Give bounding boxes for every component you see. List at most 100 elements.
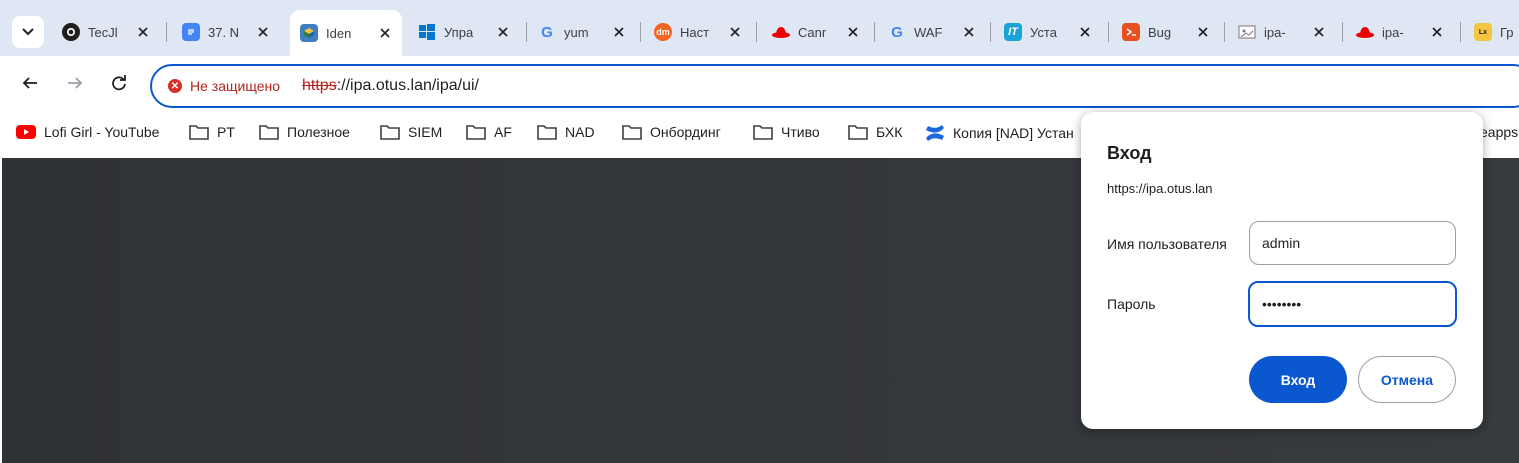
tab-divider bbox=[756, 22, 757, 42]
close-icon[interactable] bbox=[1192, 21, 1214, 43]
bookmark-label: Копия [NAD] Устан bbox=[953, 125, 1074, 141]
http-auth-dialog: Вход https://ipa.otus.lan Имя пользовате… bbox=[1081, 112, 1483, 429]
tab-title: TecJl bbox=[88, 24, 118, 40]
close-icon[interactable] bbox=[958, 21, 980, 43]
folder-icon bbox=[380, 124, 400, 140]
tab-10[interactable]: ipa- bbox=[1228, 14, 1336, 50]
warning-icon: ✕ bbox=[168, 79, 182, 93]
bookmark-item[interactable]: Lofi Girl - YouTube bbox=[16, 124, 159, 140]
linux-icon: Lx bbox=[1474, 23, 1492, 41]
close-icon[interactable] bbox=[608, 21, 630, 43]
folder-icon bbox=[259, 124, 279, 140]
tab-title: Canr bbox=[798, 24, 827, 40]
security-label: Не защищено bbox=[190, 78, 280, 94]
tab-divider bbox=[166, 22, 167, 42]
tab-title: WAF bbox=[914, 24, 943, 40]
close-icon[interactable] bbox=[374, 22, 396, 44]
tab-divider bbox=[1460, 22, 1461, 42]
freeipa-icon bbox=[300, 24, 318, 42]
confluence-icon bbox=[925, 124, 945, 142]
tab-divider bbox=[526, 22, 527, 42]
close-icon[interactable] bbox=[252, 21, 274, 43]
username-label: Имя пользователя bbox=[1107, 236, 1227, 252]
tab-5[interactable]: dm Наст bbox=[644, 14, 752, 50]
tab-1[interactable]: 37. N bbox=[172, 14, 280, 50]
tab-7[interactable]: G WAF bbox=[878, 14, 986, 50]
forward-button[interactable] bbox=[60, 70, 90, 100]
close-icon[interactable] bbox=[1426, 21, 1448, 43]
tab-divider bbox=[640, 22, 641, 42]
tab-title: ipa- bbox=[1264, 24, 1286, 40]
login-button[interactable]: Вход bbox=[1249, 356, 1347, 403]
bookmark-folder[interactable]: Чтиво bbox=[753, 124, 820, 140]
bookmark-folder[interactable]: NAD bbox=[537, 124, 595, 140]
tab-search-button[interactable] bbox=[12, 16, 44, 48]
close-icon[interactable] bbox=[132, 21, 154, 43]
reload-button[interactable] bbox=[104, 70, 134, 100]
tab-divider bbox=[990, 22, 991, 42]
tab-12[interactable]: Lx Гр bbox=[1464, 14, 1519, 50]
bookmark-label: SIEM bbox=[408, 124, 443, 140]
folder-icon bbox=[848, 124, 868, 140]
folder-icon bbox=[189, 124, 209, 140]
tab-9[interactable]: Bug bbox=[1112, 14, 1220, 50]
tab-11[interactable]: ipa- bbox=[1346, 14, 1454, 50]
bookmark-label: Онбординг bbox=[650, 124, 721, 140]
bookmark-label: PT bbox=[217, 124, 235, 140]
image-icon bbox=[1238, 23, 1256, 41]
bookmark-label: Чтиво bbox=[781, 124, 820, 140]
close-icon[interactable] bbox=[1074, 21, 1096, 43]
tab-divider bbox=[874, 22, 875, 42]
tab-3[interactable]: Упра bbox=[408, 14, 520, 50]
tab-title: Iden bbox=[326, 25, 352, 41]
bookmark-folder[interactable]: AF bbox=[466, 124, 512, 140]
tab-strip: TecJl 37. N Iden Упра G yum dm Наст Canr… bbox=[0, 0, 1519, 56]
bookmark-folder[interactable]: Полезное bbox=[259, 124, 350, 140]
bookmark-label: AF bbox=[494, 124, 512, 140]
bookmark-folder[interactable]: SIEM bbox=[380, 124, 442, 140]
close-icon[interactable] bbox=[492, 21, 514, 43]
reload-icon bbox=[111, 74, 127, 96]
url-text: https://ipa.otus.lan/ipa/ui/ bbox=[302, 77, 479, 95]
bookmark-label: Полезное bbox=[287, 124, 350, 140]
tab-4[interactable]: G yum bbox=[528, 14, 636, 50]
tab-title: Уста bbox=[1030, 24, 1057, 40]
bookmark-folder[interactable]: БХК bbox=[848, 124, 902, 140]
bookmark-folder[interactable]: Онбординг bbox=[622, 124, 721, 140]
tab-0[interactable]: TecJl bbox=[52, 14, 160, 50]
github-icon bbox=[62, 23, 80, 41]
dm-icon: dm bbox=[654, 23, 672, 41]
google-icon: G bbox=[541, 23, 553, 41]
close-icon[interactable] bbox=[1308, 21, 1330, 43]
folder-icon bbox=[622, 124, 642, 140]
tab-2-active[interactable]: Iden bbox=[290, 10, 402, 56]
tab-divider bbox=[1224, 22, 1225, 42]
close-icon[interactable] bbox=[724, 21, 746, 43]
tab-title: Гр bbox=[1500, 24, 1514, 40]
url-scheme: https bbox=[302, 77, 337, 94]
tab-6[interactable]: Canr bbox=[762, 14, 870, 50]
bookmark-item[interactable]: eapps bbox=[1480, 124, 1518, 140]
folder-icon bbox=[466, 124, 486, 140]
back-button[interactable] bbox=[15, 70, 45, 100]
habr-icon bbox=[1122, 23, 1140, 41]
security-indicator[interactable]: ✕ Не защищено bbox=[168, 78, 280, 94]
it-icon: IT bbox=[1004, 23, 1022, 41]
tab-title: Наст bbox=[680, 24, 710, 40]
youtube-icon bbox=[16, 125, 36, 139]
tab-divider bbox=[1342, 22, 1343, 42]
close-icon[interactable] bbox=[842, 21, 864, 43]
redhat-icon bbox=[1356, 23, 1374, 41]
password-field[interactable] bbox=[1248, 281, 1457, 327]
bookmark-item[interactable]: Копия [NAD] Устан bbox=[925, 124, 1074, 142]
dialog-title: Вход bbox=[1107, 143, 1152, 163]
address-bar[interactable]: ✕ Не защищено https://ipa.otus.lan/ipa/u… bbox=[150, 64, 1519, 108]
bookmark-label: БХК bbox=[876, 124, 903, 140]
username-field[interactable] bbox=[1249, 221, 1456, 265]
chevron-down-icon bbox=[22, 23, 34, 41]
tab-divider bbox=[1108, 22, 1109, 42]
tab-8[interactable]: IT Уста bbox=[994, 14, 1102, 50]
tab-title: ipa- bbox=[1382, 24, 1404, 40]
bookmark-folder[interactable]: PT bbox=[189, 124, 235, 140]
cancel-button[interactable]: Отмена bbox=[1358, 356, 1456, 403]
